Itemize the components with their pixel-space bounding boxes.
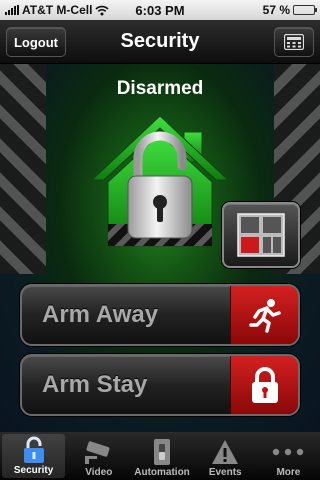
arm-away-button[interactable]: Arm Away bbox=[20, 284, 300, 346]
battery-icon bbox=[293, 5, 317, 15]
arm-stay-icon-box bbox=[230, 356, 298, 414]
battery-percent: 57 % bbox=[262, 3, 290, 17]
arm-stay-label: Arm Stay bbox=[42, 371, 148, 398]
tab-security[interactable]: Security bbox=[2, 434, 66, 478]
status-bar: AT&T M-Cell 6:03 PM 57 % bbox=[0, 0, 320, 20]
tab-bar: Security Video Automation Events More bbox=[0, 432, 320, 480]
tab-label: Security bbox=[13, 465, 54, 476]
keypad-button[interactable] bbox=[274, 27, 314, 57]
arm-stay-button[interactable]: Arm Stay bbox=[20, 354, 300, 416]
tab-label: Events bbox=[208, 467, 242, 478]
house-unlocked-icon[interactable] bbox=[88, 114, 232, 254]
running-person-icon bbox=[248, 299, 281, 333]
switch-icon bbox=[154, 439, 170, 465]
system-status: Disarmed bbox=[116, 78, 204, 99]
signal-icon bbox=[5, 5, 19, 15]
status-time: 6:03 PM bbox=[135, 2, 185, 18]
more-icon bbox=[273, 448, 304, 456]
sensor-zones-button[interactable] bbox=[222, 202, 300, 268]
tab-label: More bbox=[276, 467, 301, 478]
lock-icon bbox=[23, 436, 44, 463]
lock-icon bbox=[251, 367, 278, 403]
tab-events[interactable]: Events bbox=[194, 432, 257, 480]
tab-automation[interactable]: Automation bbox=[130, 432, 193, 480]
arm-away-label: Arm Away bbox=[42, 301, 159, 328]
logout-button[interactable]: Logout bbox=[6, 27, 66, 57]
sensor-zones-icon bbox=[237, 213, 285, 257]
keypad-icon bbox=[284, 34, 304, 50]
carrier-name: AT&T M-Cell bbox=[22, 3, 93, 17]
camera-icon bbox=[84, 441, 110, 464]
security-panel: Disarmed Arm Away Arm Stay bbox=[0, 64, 320, 432]
wifi-icon bbox=[95, 5, 110, 15]
navigation-bar: Logout Security bbox=[0, 20, 320, 64]
tab-label: Video bbox=[85, 467, 113, 478]
page-title: Security bbox=[120, 30, 200, 52]
tab-more[interactable]: More bbox=[257, 432, 320, 480]
battery-area: 57 % bbox=[205, 3, 317, 17]
arm-away-icon-box bbox=[230, 286, 298, 344]
tab-video[interactable]: Video bbox=[67, 432, 130, 480]
tab-label: Automation bbox=[134, 467, 190, 478]
warning-icon bbox=[212, 440, 239, 464]
carrier-area: AT&T M-Cell bbox=[5, 3, 115, 17]
